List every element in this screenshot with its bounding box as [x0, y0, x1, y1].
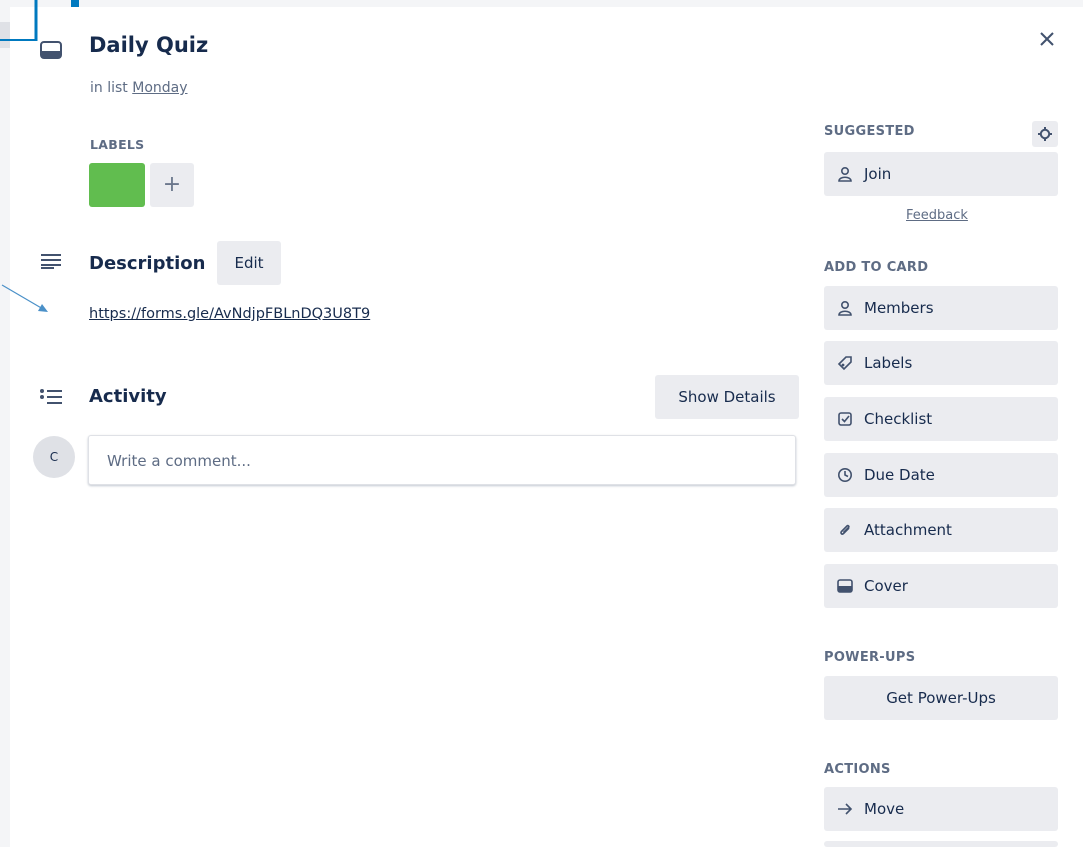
- get-power-ups-button[interactable]: Get Power-Ups: [824, 676, 1058, 720]
- show-details-button[interactable]: Show Details: [655, 375, 799, 419]
- member-icon: [838, 300, 852, 316]
- list-link[interactable]: Monday: [132, 80, 187, 96]
- close-icon[interactable]: [1033, 25, 1061, 53]
- description-heading: Description: [89, 253, 206, 274]
- description-icon: [41, 254, 61, 269]
- suggested-heading: SUGGESTED: [824, 124, 915, 139]
- board-background: [0, 0, 1083, 7]
- members-label: Members: [864, 299, 934, 317]
- labels-button[interactable]: Labels: [824, 341, 1058, 385]
- labels-heading: LABELS: [90, 137, 145, 152]
- cover-button[interactable]: Cover: [824, 564, 1058, 608]
- next-action-button[interactable]: [824, 841, 1058, 847]
- add-to-card-heading: ADD TO CARD: [824, 260, 929, 275]
- labels-label: Labels: [864, 354, 913, 372]
- join-label: Join: [864, 165, 892, 183]
- checklist-icon: [838, 412, 852, 426]
- card-icon: [40, 41, 62, 59]
- comment-input[interactable]: [105, 436, 783, 486]
- in-list-prefix: in list: [90, 80, 128, 96]
- attachment-button[interactable]: Attachment: [824, 508, 1058, 552]
- join-button[interactable]: Join: [824, 152, 1058, 196]
- clock-icon: [838, 468, 852, 482]
- arrow-right-icon: [838, 803, 853, 815]
- feedback-link[interactable]: Feedback: [906, 208, 968, 223]
- activity-icon: [40, 389, 62, 404]
- description-link[interactable]: https://forms.gle/AvNdjpFBLnDQ3U8T9: [89, 306, 370, 322]
- attachment-label: Attachment: [864, 521, 952, 539]
- label-icon: [837, 356, 852, 371]
- power-ups-heading: POWER-UPS: [824, 650, 916, 665]
- checklist-label: Checklist: [864, 410, 933, 428]
- cover-icon: [837, 579, 853, 593]
- due-date-label: Due Date: [864, 466, 935, 484]
- member-icon: [838, 166, 852, 182]
- due-date-button[interactable]: Due Date: [824, 453, 1058, 497]
- move-label: Move: [864, 800, 905, 818]
- card-title[interactable]: Daily Quiz: [89, 33, 208, 57]
- move-button[interactable]: Move: [824, 787, 1058, 831]
- comment-box[interactable]: [88, 435, 796, 486]
- checklist-button[interactable]: Checklist: [824, 397, 1058, 441]
- gear-icon: [1038, 127, 1052, 141]
- members-button[interactable]: Members: [824, 286, 1058, 330]
- add-label-button[interactable]: +: [150, 163, 194, 207]
- cover-label: Cover: [864, 577, 908, 595]
- edit-description-button[interactable]: Edit: [217, 241, 281, 285]
- actions-heading: ACTIONS: [824, 762, 891, 777]
- avatar[interactable]: C: [33, 436, 75, 478]
- suggested-settings-button[interactable]: [1032, 121, 1058, 147]
- activity-heading: Activity: [89, 386, 167, 407]
- card-list-info: in list Monday: [90, 80, 188, 96]
- paperclip-icon: [840, 524, 850, 535]
- label-chip-green[interactable]: [89, 163, 145, 207]
